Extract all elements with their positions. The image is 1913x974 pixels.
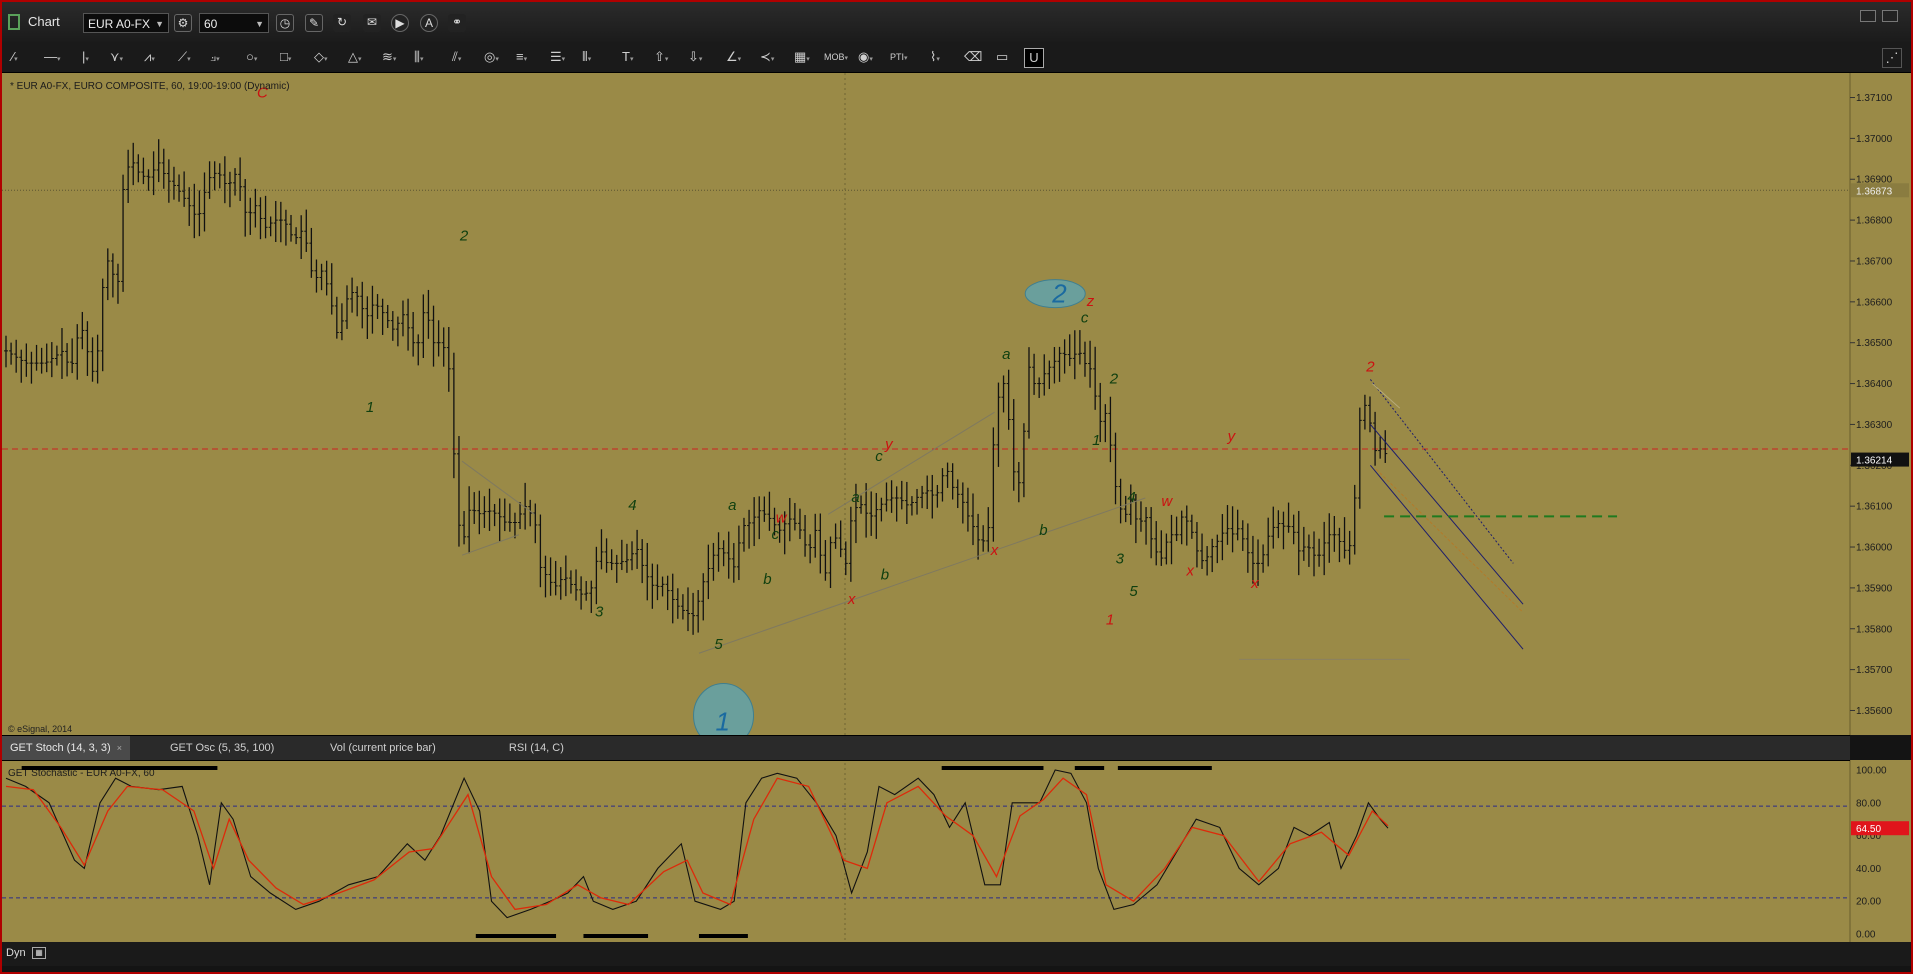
chart-header-text: * EUR A0-FX, EURO COMPOSITE, 60, 19:00-1… (10, 81, 290, 92)
parallelogram-tool-icon[interactable]: ◇▾ (314, 48, 328, 66)
copyright-text: © eSignal, 2014 (8, 724, 73, 734)
interval-input[interactable]: 60 ▼ (199, 13, 269, 33)
bars-pattern-tool-icon[interactable]: ⫼▾ (414, 48, 424, 66)
magnet-icon[interactable]: U (1024, 48, 1044, 68)
triangle-tool-icon[interactable]: △▾ (348, 48, 362, 66)
cycle-tool-icon[interactable]: ◎▾ (484, 48, 499, 66)
zigzag-tool-icon[interactable]: ⌇▾ (930, 48, 940, 66)
interval-value: 60 (204, 17, 218, 31)
fibonacci-extension-icon[interactable]: ☰▾ (550, 48, 565, 66)
wave-tool-icon[interactable]: ⋎▾ (110, 48, 123, 66)
fibonacci-retracement-icon[interactable]: ≡▾ (516, 48, 527, 66)
indicator-tab[interactable]: GET Stoch (14, 3, 3) × (2, 736, 130, 760)
ellipse-tool-icon[interactable]: ○▾ (246, 48, 257, 66)
indicator-tabs: GET Stoch (14, 3, 3) × GET Osc (5, 35, 100… (2, 735, 1850, 761)
eraser-icon[interactable]: ⌫ (964, 48, 982, 66)
chat-icon[interactable]: ✉ (363, 14, 381, 32)
time-zones-tool-icon[interactable]: ⦀▾ (582, 48, 591, 66)
pencil-icon[interactable]: ✎ (305, 14, 323, 32)
indicator-tab[interactable]: RSI (14, C) (501, 736, 572, 760)
indicator-tab[interactable]: GET Osc (5, 35, 100) (162, 736, 282, 760)
angle-tool-icon[interactable]: ∠▾ (726, 48, 741, 66)
play-icon[interactable]: ▶ (391, 14, 409, 32)
parallel-lines-tool-icon[interactable]: ⫽▾ (452, 48, 461, 66)
restore-window-button[interactable] (1860, 10, 1876, 22)
indicator-tab-label: GET Osc (5, 35, 100) (170, 742, 275, 754)
dynamic-mode-icon[interactable]: ▦ (32, 947, 46, 959)
symbol-settings-icon[interactable]: ⚙ (174, 14, 192, 32)
grid-tool-icon[interactable]: ▦▾ (794, 48, 810, 66)
vertical-line-tool-icon[interactable]: |▾ (82, 48, 89, 66)
horizontal-line-tool-icon[interactable]: —▾ (44, 48, 61, 66)
title-bar: Chart EUR A0-FX ▼ ⚙ 60 ▼ ◷ ✎ ↻ ✉ ▶ A ⚭ (2, 2, 1911, 43)
window-title: Chart (28, 14, 60, 29)
market-profile-icon[interactable]: MOB▾ (824, 48, 848, 66)
time-axis-bar: Dyn ▦ (2, 942, 1911, 966)
rectangle-tool-icon[interactable]: □▾ (280, 48, 291, 66)
trendline-tool-icon[interactable]: ⁄▾ (12, 48, 18, 66)
indicator-tab-label: GET Stoch (14, 3, 3) (10, 742, 111, 754)
maximize-window-button[interactable] (1882, 10, 1898, 22)
refresh-icon[interactable]: ↻ (333, 14, 351, 32)
gann-tool-icon[interactable]: ⟓▾ (210, 48, 220, 66)
symbol-value: EUR A0-FX (88, 17, 151, 31)
drawing-toolbar: ⁄▾ —▾ |▾ ⋎▾ ⩘▾ ⟋▾ ⟓▾ ○▾ □▾ ◇▾ △▾ ≋▾ ⫼▾ ⫽… (2, 42, 1911, 73)
arrow-up-tool-icon[interactable]: ⇧▾ (654, 48, 668, 66)
dynamic-mode-label[interactable]: Dyn (6, 947, 26, 959)
chart-window-icon (8, 14, 20, 30)
chart-overlay: * EUR A0-FX, EURO COMPOSITE, 60, 19:00-1… (2, 73, 1911, 953)
channel-tool-icon[interactable]: ≋▾ (382, 48, 396, 66)
pitchfork-tool-icon[interactable]: ⩘▾ (144, 48, 155, 66)
message-icon[interactable]: ▭ (996, 48, 1008, 66)
symbol-input[interactable]: EUR A0-FX ▼ (83, 13, 169, 33)
eye-tool-icon[interactable]: ◉▾ (858, 48, 873, 66)
clock-icon[interactable]: ◷ (276, 14, 294, 32)
toolbar-options-icon[interactable]: ⋰ (1882, 48, 1902, 68)
chevron-down-icon[interactable]: ▼ (255, 14, 264, 34)
arrow-down-tool-icon[interactable]: ⇩▾ (688, 48, 702, 66)
fan-tool-icon[interactable]: ⟋▾ (178, 48, 191, 66)
text-tool-icon[interactable]: T▾ (622, 48, 633, 66)
chevron-down-icon[interactable]: ▼ (155, 14, 164, 34)
ray-tool-icon[interactable]: ≺▾ (760, 48, 774, 66)
pti-tool-icon[interactable]: PTI▾ (890, 48, 908, 66)
link-icon[interactable]: ⚭ (448, 14, 466, 32)
alert-icon[interactable]: A (420, 14, 438, 32)
indicator-tab-label: RSI (14, C) (508, 742, 564, 754)
indicator-tab-label: Vol (current price bar) (330, 742, 436, 754)
close-tab-icon[interactable]: × (117, 743, 122, 753)
indicator-tab[interactable]: Vol (current price bar) (322, 736, 444, 760)
